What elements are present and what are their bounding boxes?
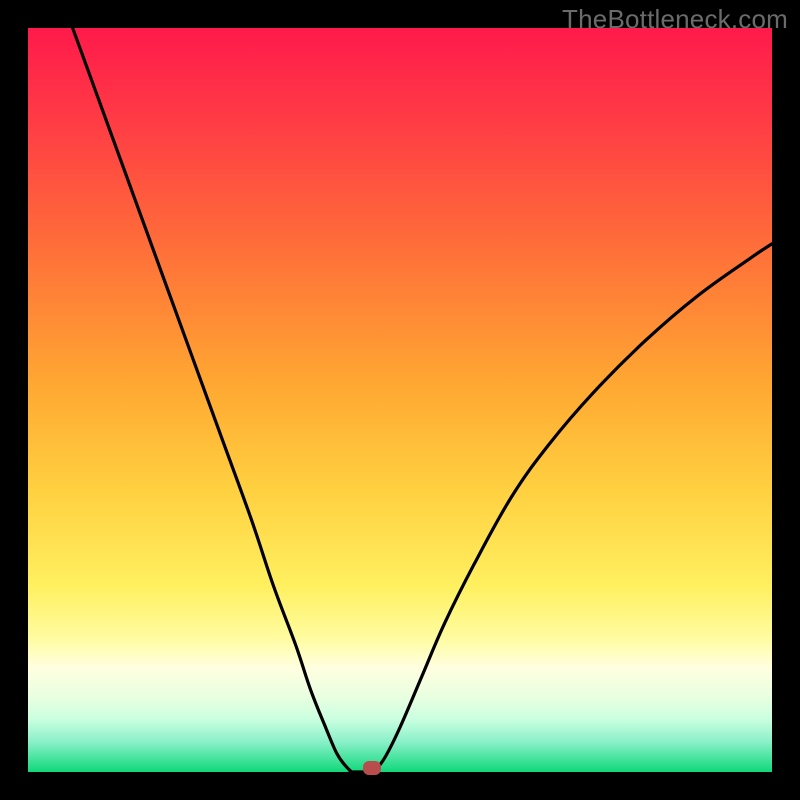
watermark-text: TheBottleneck.com — [562, 4, 788, 35]
plot-area — [28, 28, 772, 772]
bottleneck-curve — [28, 28, 772, 772]
curve-path — [73, 28, 772, 773]
chart-frame: TheBottleneck.com — [0, 0, 800, 800]
optimum-marker — [363, 761, 381, 775]
